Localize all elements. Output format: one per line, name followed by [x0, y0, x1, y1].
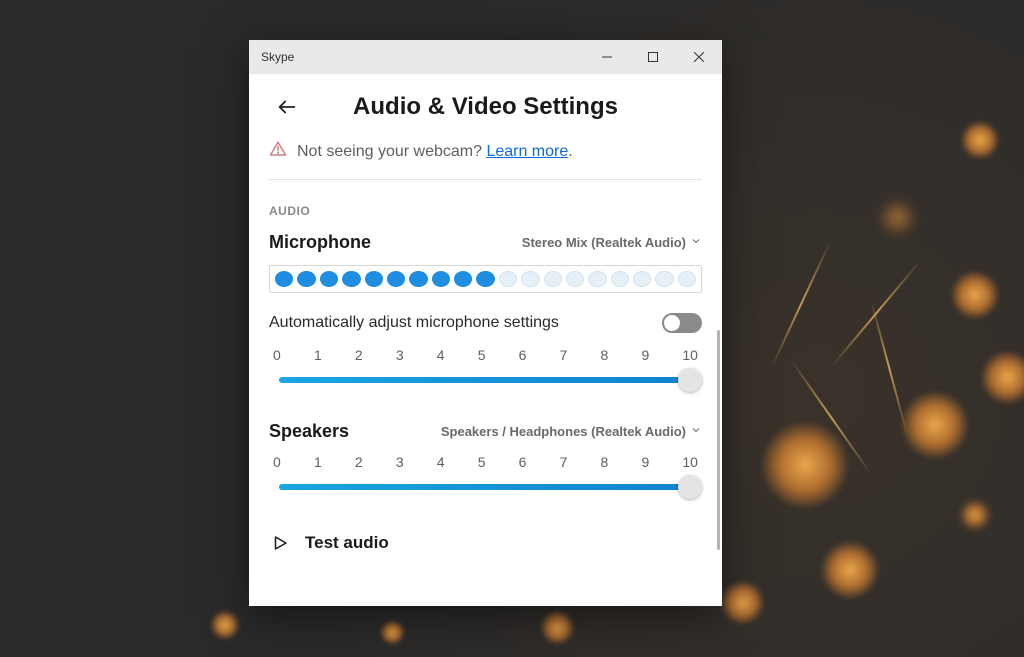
microphone-slider-track [279, 377, 692, 383]
level-dot [521, 271, 539, 287]
scale-tick: 6 [519, 347, 527, 363]
scale-tick: 10 [682, 347, 698, 363]
scale-tick: 4 [437, 454, 445, 470]
scale-tick: 6 [519, 454, 527, 470]
level-dot [365, 271, 383, 287]
microphone-slider-scale: 0 1 2 3 4 5 6 7 8 9 10 [269, 347, 702, 363]
webcam-warning-text: Not seeing your webcam? Learn more. [297, 143, 573, 161]
scale-tick: 0 [273, 347, 281, 363]
audio-section-label: AUDIO [269, 204, 702, 218]
learn-more-link[interactable]: Learn more [486, 143, 568, 160]
scale-tick: 8 [601, 454, 609, 470]
level-dot [566, 271, 584, 287]
scale-tick: 1 [314, 347, 322, 363]
scale-tick: 10 [682, 454, 698, 470]
test-audio-button[interactable]: Test audio [269, 528, 702, 554]
scale-tick: 3 [396, 454, 404, 470]
microphone-row: Microphone Stereo Mix (Realtek Audio) [269, 232, 702, 253]
chevron-down-icon [690, 235, 702, 250]
chevron-down-icon [690, 424, 702, 439]
level-dot [454, 271, 472, 287]
scale-tick: 5 [478, 347, 486, 363]
speakers-label: Speakers [269, 421, 349, 442]
scale-tick: 1 [314, 454, 322, 470]
close-button[interactable] [676, 40, 722, 74]
level-dot [655, 271, 673, 287]
speakers-device-select[interactable]: Speakers / Headphones (Realtek Audio) [441, 424, 702, 439]
webcam-prompt: Not seeing your webcam? [297, 143, 486, 160]
page-header: Audio & Video Settings [249, 74, 722, 140]
scale-tick: 2 [355, 347, 363, 363]
level-dot [409, 271, 427, 287]
page-title: Audio & Video Settings [249, 93, 722, 121]
titlebar[interactable]: Skype [249, 40, 722, 74]
scale-tick: 9 [641, 454, 649, 470]
webcam-warning-row: Not seeing your webcam? Learn more. [269, 140, 702, 179]
settings-content: Not seeing your webcam? Learn more. AUDI… [249, 140, 722, 606]
level-dot [499, 271, 517, 287]
minimize-button[interactable] [584, 40, 630, 74]
divider [269, 179, 702, 180]
auto-adjust-row: Automatically adjust microphone settings [269, 313, 702, 333]
microphone-slider[interactable] [269, 367, 702, 393]
microphone-level-meter [269, 265, 702, 293]
level-dot [633, 271, 651, 287]
microphone-slider-thumb[interactable] [678, 368, 702, 392]
level-dot [588, 271, 606, 287]
level-dot [297, 271, 315, 287]
scrollbar[interactable] [717, 330, 720, 550]
speakers-slider-thumb[interactable] [678, 475, 702, 499]
level-dot [678, 271, 696, 287]
play-icon [269, 532, 291, 554]
scale-tick: 3 [396, 347, 404, 363]
microphone-label: Microphone [269, 232, 371, 253]
speakers-slider-track [279, 484, 692, 490]
scale-tick: 5 [478, 454, 486, 470]
speakers-slider-scale: 0 1 2 3 4 5 6 7 8 9 10 [269, 454, 702, 470]
speakers-slider[interactable] [269, 474, 702, 500]
warning-icon [269, 140, 287, 163]
scale-tick: 0 [273, 454, 281, 470]
back-button[interactable] [271, 91, 303, 123]
scale-tick: 7 [560, 347, 568, 363]
scale-tick: 7 [560, 454, 568, 470]
level-dot [320, 271, 338, 287]
webcam-period: . [568, 143, 572, 160]
maximize-button[interactable] [630, 40, 676, 74]
window-title: Skype [261, 50, 584, 64]
scale-tick: 8 [601, 347, 609, 363]
auto-adjust-label: Automatically adjust microphone settings [269, 314, 559, 332]
level-dot [275, 271, 293, 287]
level-dot [432, 271, 450, 287]
level-dot [611, 271, 629, 287]
level-dot [544, 271, 562, 287]
microphone-device-name: Stereo Mix (Realtek Audio) [522, 235, 686, 250]
level-dot [476, 271, 494, 287]
auto-adjust-toggle[interactable] [662, 313, 702, 333]
level-dot [387, 271, 405, 287]
speakers-row: Speakers Speakers / Headphones (Realtek … [269, 421, 702, 442]
speakers-device-name: Speakers / Headphones (Realtek Audio) [441, 424, 686, 439]
skype-window: Skype Audio & Video Settings [249, 40, 722, 606]
scale-tick: 9 [641, 347, 649, 363]
test-audio-label: Test audio [305, 533, 389, 553]
microphone-device-select[interactable]: Stereo Mix (Realtek Audio) [522, 235, 702, 250]
scale-tick: 2 [355, 454, 363, 470]
level-dot [342, 271, 360, 287]
scale-tick: 4 [437, 347, 445, 363]
